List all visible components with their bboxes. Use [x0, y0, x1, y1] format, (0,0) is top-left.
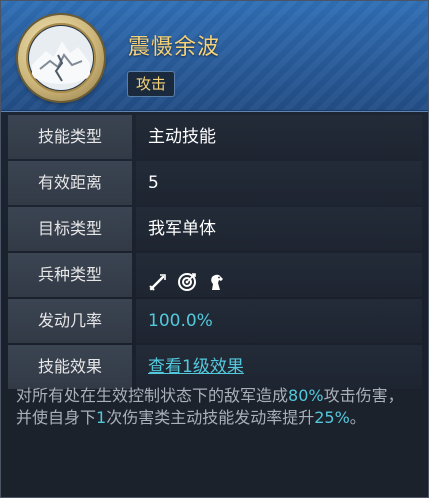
row-value: 查看1级效果: [136, 345, 422, 389]
skill-name: 震慑余波: [128, 35, 221, 60]
row-label: 目标类型: [8, 207, 132, 251]
desc-highlight: 1: [96, 408, 107, 427]
row-value: 100.0%: [136, 299, 422, 343]
horse-icon: [206, 265, 226, 290]
target-icon: [177, 265, 197, 291]
row-value: 5: [136, 161, 422, 205]
row-skill-type: 技能类型 主动技能: [8, 115, 422, 159]
row-label: 有效距离: [8, 161, 132, 205]
row-value: [136, 253, 422, 297]
desc-text: 。: [349, 408, 366, 427]
row-skill-effect: 技能效果 查看1级效果: [8, 345, 422, 389]
desc-highlight: 80%: [288, 386, 324, 405]
skill-header: 震慑余波 攻击: [1, 1, 428, 112]
row-value: 我军单体: [136, 207, 422, 251]
attribute-table: 技能类型 主动技能 有效距离 5 目标类型 我军单体 兵种类型 发动几率 100…: [8, 115, 422, 391]
skill-description: 对所有处在生效控制状态下的敌军造成80%攻击伤害，并使自身下1次伤害类主动技能发…: [16, 385, 418, 429]
row-value: 主动技能: [136, 115, 422, 159]
row-label: 技能效果: [8, 345, 132, 389]
desc-highlight: 25%: [314, 408, 350, 427]
row-label: 兵种类型: [8, 253, 132, 297]
skill-tag: 攻击: [127, 71, 176, 97]
row-target-type: 目标类型 我军单体: [8, 207, 422, 251]
desc-text: 次伤害类主动技能发动率提升: [106, 408, 315, 427]
row-troop-type: 兵种类型: [8, 253, 422, 297]
skill-emblem-icon: [18, 15, 104, 101]
sword-icon: [148, 265, 168, 291]
view-effect-link[interactable]: 查看1级效果: [148, 357, 244, 377]
skill-panel: 震慑余波 攻击 技能类型 主动技能 有效距离 5 目标类型 我军单体 兵种类型: [0, 0, 429, 498]
row-label: 发动几率: [8, 299, 132, 343]
row-range: 有效距离 5: [8, 161, 422, 205]
desc-text: 对所有处在生效控制状态下的敌军造成: [16, 386, 289, 405]
row-label: 技能类型: [8, 115, 132, 159]
row-trigger-rate: 发动几率 100.0%: [8, 299, 422, 343]
